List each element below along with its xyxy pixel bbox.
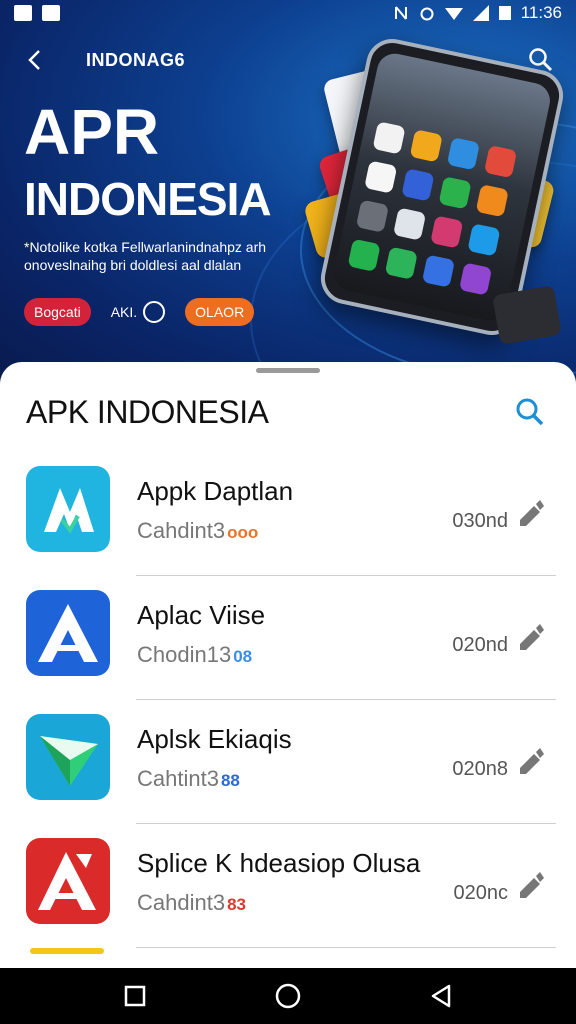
hero-title: APR — [24, 96, 160, 168]
system-nav-bar — [0, 968, 576, 1024]
battery-icon — [498, 6, 511, 20]
hero-actions: Bogcati AKI. OLAOR — [24, 298, 255, 326]
sheet-title: APK INDONESIA — [26, 394, 269, 430]
list-item[interactable]: Aplac Viise Chodin13 08 020nd — [0, 576, 576, 700]
circle-icon[interactable] — [274, 982, 302, 1010]
app-category: Cahdint3 ooo — [137, 518, 258, 544]
app-name: Aplac Viise — [137, 600, 266, 630]
ring-icon — [143, 301, 166, 323]
app-category-label: Chodin13 — [137, 642, 232, 667]
app-size: 020nc — [453, 882, 509, 904]
list-item[interactable]: Appk Daptlan Cahdint3 ooo 030nd — [0, 452, 576, 576]
app-size: 020nd — [452, 634, 508, 656]
square-icon[interactable] — [123, 984, 147, 1008]
app-icon — [30, 948, 104, 954]
device-illustration — [492, 284, 562, 346]
app-icon — [26, 590, 110, 676]
nfc-icon — [394, 6, 407, 20]
hero-banner: 11:36 INDONAG6 APR INDONESIA *Notolike k… — [0, 0, 576, 390]
arrow-left-icon[interactable] — [20, 45, 50, 75]
app-badge: 83 — [227, 895, 246, 914]
drag-handle[interactable] — [256, 368, 320, 373]
hero-button-primary[interactable]: Bogcati — [24, 298, 91, 326]
hero-button-secondary-label: AKI. — [110, 304, 138, 320]
topbar-title: INDONAG6 — [86, 49, 186, 70]
app-name: Aplsk Ekiaqis — [137, 724, 292, 754]
app-category-label: Cahtint3 — [137, 766, 219, 791]
app-icon — [26, 838, 110, 924]
app-badge: ooo — [227, 523, 259, 542]
hero-title: INDONESIA — [24, 173, 272, 225]
app-category: Chodin13 08 — [137, 642, 252, 668]
hero-subtitle: *Notolike kotka Fellwarlanindnahpz arh o… — [24, 239, 267, 273]
notification-icon — [42, 5, 60, 21]
app-icon — [26, 466, 110, 552]
hero-button-orange[interactable]: OLAOR — [185, 298, 255, 326]
status-bar: 11:36 — [0, 0, 576, 26]
signal-icon — [472, 5, 489, 21]
app-category: Cahtint3 88 — [137, 766, 240, 792]
app-size: 020n8 — [452, 758, 508, 780]
app-icon — [26, 714, 110, 800]
app-size: 030nd — [452, 510, 508, 532]
hero-button-secondary[interactable]: AKI. — [101, 298, 175, 326]
app-name: Splice K hdeasiop Olusa — [137, 848, 421, 878]
app-name: Appk Daptlan — [137, 476, 294, 506]
list-item[interactable]: Splice K hdeasiop Olusa Cahdint3 83 020nc — [0, 824, 576, 948]
app-category: Cahdint3 83 — [137, 890, 246, 916]
app-category-label: Cahdint3 — [137, 890, 226, 915]
triangle-icon[interactable] — [429, 983, 453, 1009]
pencil-icon[interactable] — [514, 620, 546, 652]
list-item[interactable] — [0, 948, 576, 968]
bottom-sheet: APK INDONESIA Appk Daptlan Cahdint3 ooo 0… — [0, 362, 576, 968]
pencil-icon[interactable] — [514, 744, 546, 776]
wifi-icon — [444, 8, 463, 20]
pencil-icon[interactable] — [514, 868, 546, 900]
app-list: Appk Daptlan Cahdint3 ooo 030nd Aplac Vii… — [0, 452, 576, 968]
app-badge: 08 — [233, 647, 253, 666]
list-item[interactable]: Aplsk Ekiaqis Cahtint3 88 020n8 — [0, 700, 576, 824]
status-time: 11:36 — [520, 3, 562, 22]
alarm-icon — [420, 7, 434, 21]
app-badge: 88 — [220, 771, 240, 790]
app-category-label: Cahdint3 — [137, 518, 226, 543]
search-icon[interactable] — [514, 396, 546, 428]
notification-icon — [14, 5, 32, 21]
pencil-icon[interactable] — [514, 496, 546, 528]
